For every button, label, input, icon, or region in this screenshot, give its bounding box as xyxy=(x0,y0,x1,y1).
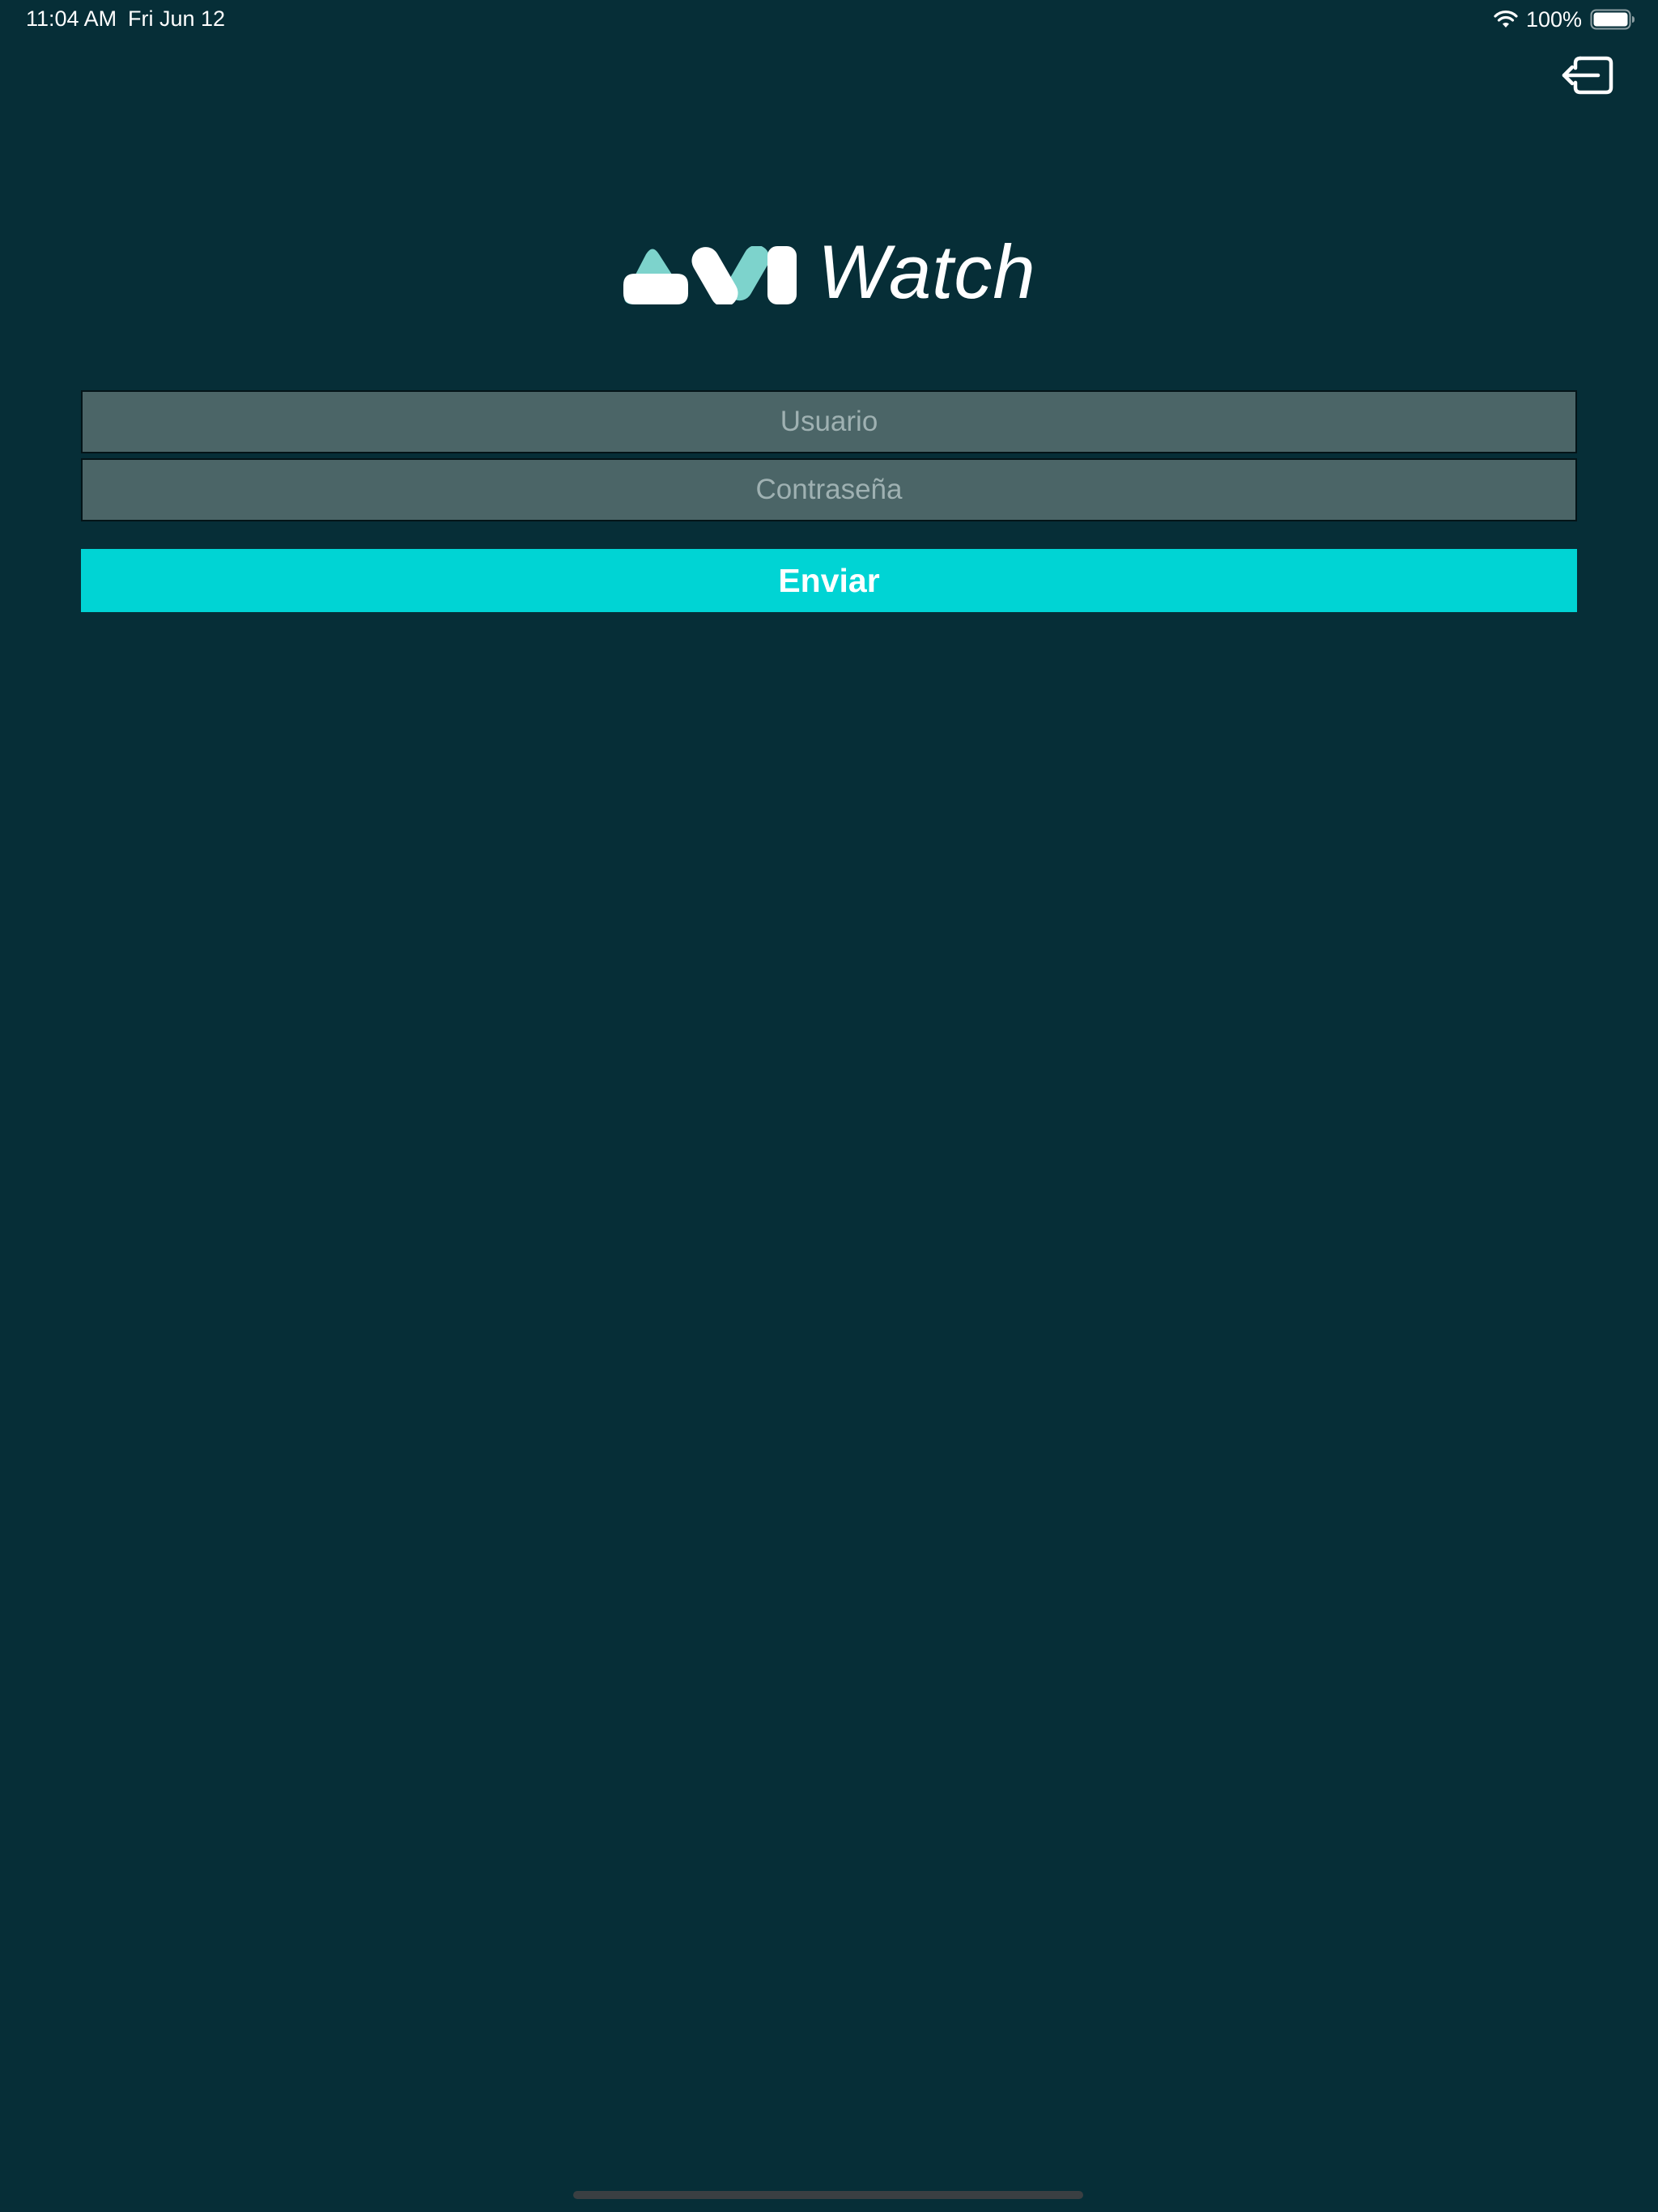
logout-button[interactable] xyxy=(1559,52,1616,99)
password-field[interactable] xyxy=(81,458,1577,521)
logout-icon xyxy=(1562,56,1613,95)
password-input[interactable] xyxy=(83,459,1575,521)
app-logo: Watch xyxy=(623,232,1036,313)
status-date: Fri Jun 12 xyxy=(128,6,226,31)
wifi-icon xyxy=(1494,11,1518,28)
logo-text: Watch xyxy=(818,229,1036,314)
status-bar: 11:04 AM Fri Jun 12 100% xyxy=(0,0,1658,39)
username-field[interactable] xyxy=(81,390,1577,453)
home-indicator xyxy=(573,2191,1083,2199)
status-indicators: 100% xyxy=(1494,6,1635,32)
submit-button[interactable]: Enviar xyxy=(81,549,1577,612)
username-input[interactable] xyxy=(83,391,1575,453)
avi-logo-mark xyxy=(623,246,797,304)
battery-percent: 100% xyxy=(1525,6,1582,32)
status-time: 11:04 AM xyxy=(26,6,117,31)
battery-icon xyxy=(1590,9,1635,30)
login-screen: 11:04 AM Fri Jun 12 100% Watch Usuario E… xyxy=(0,0,1658,2212)
